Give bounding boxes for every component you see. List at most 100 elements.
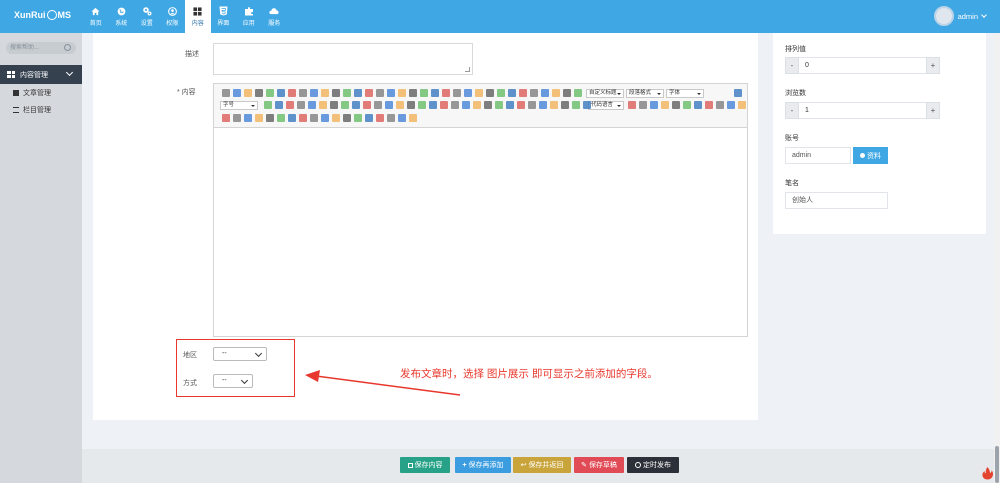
- editor-tool-icon[interactable]: [409, 114, 417, 122]
- editor-tool-icon[interactable]: [275, 101, 283, 109]
- editor-tool-icon[interactable]: [332, 89, 340, 97]
- nav-apps[interactable]: 应用: [236, 0, 262, 33]
- editor-tool-icon[interactable]: [277, 89, 285, 97]
- editor-tool-icon[interactable]: [255, 89, 263, 97]
- editor-tool-icon[interactable]: [299, 114, 307, 122]
- editor-tool-icon[interactable]: [288, 89, 296, 97]
- editor-tool-icon[interactable]: [374, 101, 382, 109]
- nav-settings[interactable]: 设置: [134, 0, 160, 33]
- region-select[interactable]: --: [213, 347, 267, 361]
- order-minus-button[interactable]: -: [785, 57, 799, 74]
- editor-tool-icon[interactable]: [464, 89, 472, 97]
- editor-tool-icon[interactable]: [407, 101, 415, 109]
- user-menu[interactable]: admin: [933, 6, 987, 26]
- editor-tool-icon[interactable]: [266, 89, 274, 97]
- resize-handle[interactable]: [465, 67, 470, 72]
- editor-tool-icon[interactable]: [528, 101, 536, 109]
- editor-tool-icon[interactable]: [442, 89, 450, 97]
- logo[interactable]: XunRui MS: [14, 10, 71, 20]
- order-plus-button[interactable]: +: [926, 57, 940, 74]
- editor-tool-icon[interactable]: [385, 101, 393, 109]
- sidebar-group-content[interactable]: 内容管理: [0, 65, 82, 84]
- sidebar-item-articles[interactable]: 文章管理: [13, 88, 51, 98]
- editor-tool-icon[interactable]: [574, 89, 582, 97]
- editor-tool-icon[interactable]: [343, 114, 351, 122]
- nav-system[interactable]: 系统: [109, 0, 135, 33]
- paragraph-format-select[interactable]: 段落格式: [626, 89, 664, 98]
- font-family-select[interactable]: 字体: [666, 89, 704, 98]
- code-language-select[interactable]: 代码语言: [588, 101, 624, 110]
- editor-tool-icon[interactable]: [396, 101, 404, 109]
- editor-tool-icon[interactable]: [563, 89, 571, 97]
- editor-tool-icon[interactable]: [266, 114, 274, 122]
- editor-tool-icon[interactable]: [530, 89, 538, 97]
- editor-tool-icon[interactable]: [233, 114, 241, 122]
- font-size-select[interactable]: 字号: [220, 101, 258, 110]
- editor-tool-icon[interactable]: [517, 101, 525, 109]
- editor-tool-icon[interactable]: [341, 101, 349, 109]
- editor-tool-icon[interactable]: [661, 101, 669, 109]
- save-draft-button[interactable]: ✎ 保存草稿: [574, 457, 624, 473]
- editor-tool-icon[interactable]: [462, 101, 470, 109]
- editor-tool-icon[interactable]: [453, 89, 461, 97]
- editor-tool-icon[interactable]: [343, 89, 351, 97]
- editor-tool-icon[interactable]: [486, 89, 494, 97]
- editor-tool-icon[interactable]: [354, 114, 362, 122]
- editor-tool-icon[interactable]: [508, 89, 516, 97]
- editor-tool-icon[interactable]: [387, 114, 395, 122]
- editor-tool-icon[interactable]: [398, 114, 406, 122]
- nav-permissions[interactable]: 权限: [160, 0, 186, 33]
- editor-tool-icon[interactable]: [484, 101, 492, 109]
- author-input[interactable]: 创始人: [785, 192, 888, 209]
- editor-tool-icon[interactable]: [376, 89, 384, 97]
- editor-tool-icon[interactable]: [244, 114, 252, 122]
- editor-tool-icon[interactable]: [519, 89, 527, 97]
- schedule-publish-button[interactable]: 定时发布: [627, 457, 679, 473]
- editor-tool-icon[interactable]: [451, 101, 459, 109]
- nav-content[interactable]: 内容: [185, 0, 211, 33]
- editor-tool-icon[interactable]: [552, 89, 560, 97]
- editor-tool-icon[interactable]: [332, 114, 340, 122]
- description-textarea[interactable]: [213, 43, 473, 75]
- editor-tool-icon[interactable]: [716, 101, 724, 109]
- editor-tool-icon[interactable]: [650, 101, 658, 109]
- editor-tool-icon[interactable]: [473, 101, 481, 109]
- editor-tool-icon[interactable]: [672, 101, 680, 109]
- editor-tool-icon[interactable]: [561, 101, 569, 109]
- editor-tool-icon[interactable]: [297, 101, 305, 109]
- editor-tool-icon[interactable]: [495, 101, 503, 109]
- editor-tool-icon[interactable]: [319, 101, 327, 109]
- editor-tool-icon[interactable]: [387, 89, 395, 97]
- editor-tool-icon[interactable]: [365, 114, 373, 122]
- order-input[interactable]: 0: [799, 57, 926, 74]
- nav-home[interactable]: 首页: [83, 0, 109, 33]
- editor-tool-icon[interactable]: [409, 89, 417, 97]
- editor-tool-icon[interactable]: [541, 89, 549, 97]
- scrollbar-thumb[interactable]: [995, 446, 999, 483]
- views-plus-button[interactable]: +: [926, 102, 940, 119]
- editor-tool-icon[interactable]: [572, 101, 580, 109]
- editor-tool-icon[interactable]: [321, 89, 329, 97]
- editor-body[interactable]: [214, 128, 747, 336]
- page-scrollbar[interactable]: [994, 33, 1000, 483]
- editor-tool-icon[interactable]: [363, 101, 371, 109]
- editor-tool-icon[interactable]: [233, 89, 241, 97]
- editor-tool-icon[interactable]: [277, 114, 285, 122]
- editor-tool-icon[interactable]: [299, 89, 307, 97]
- editor-tool-icon[interactable]: [330, 101, 338, 109]
- custom-title-select[interactable]: 自定义标题: [586, 89, 624, 98]
- views-input[interactable]: 1: [799, 102, 926, 119]
- editor-tool-icon[interactable]: [639, 101, 647, 109]
- editor-tool-icon[interactable]: [705, 101, 713, 109]
- views-minus-button[interactable]: -: [785, 102, 799, 119]
- editor-tool-icon[interactable]: [310, 114, 318, 122]
- editor-tool-icon[interactable]: [683, 101, 691, 109]
- nav-interface[interactable]: 界面: [211, 0, 237, 33]
- profile-button[interactable]: 资料: [853, 147, 888, 164]
- editor-tool-icon[interactable]: [255, 114, 263, 122]
- nav-services[interactable]: 服务: [262, 0, 288, 33]
- editor-tool-icon[interactable]: [727, 101, 735, 109]
- method-select[interactable]: --: [213, 374, 253, 388]
- editor-tool-icon[interactable]: [539, 101, 547, 109]
- editor-tool-icon[interactable]: [475, 89, 483, 97]
